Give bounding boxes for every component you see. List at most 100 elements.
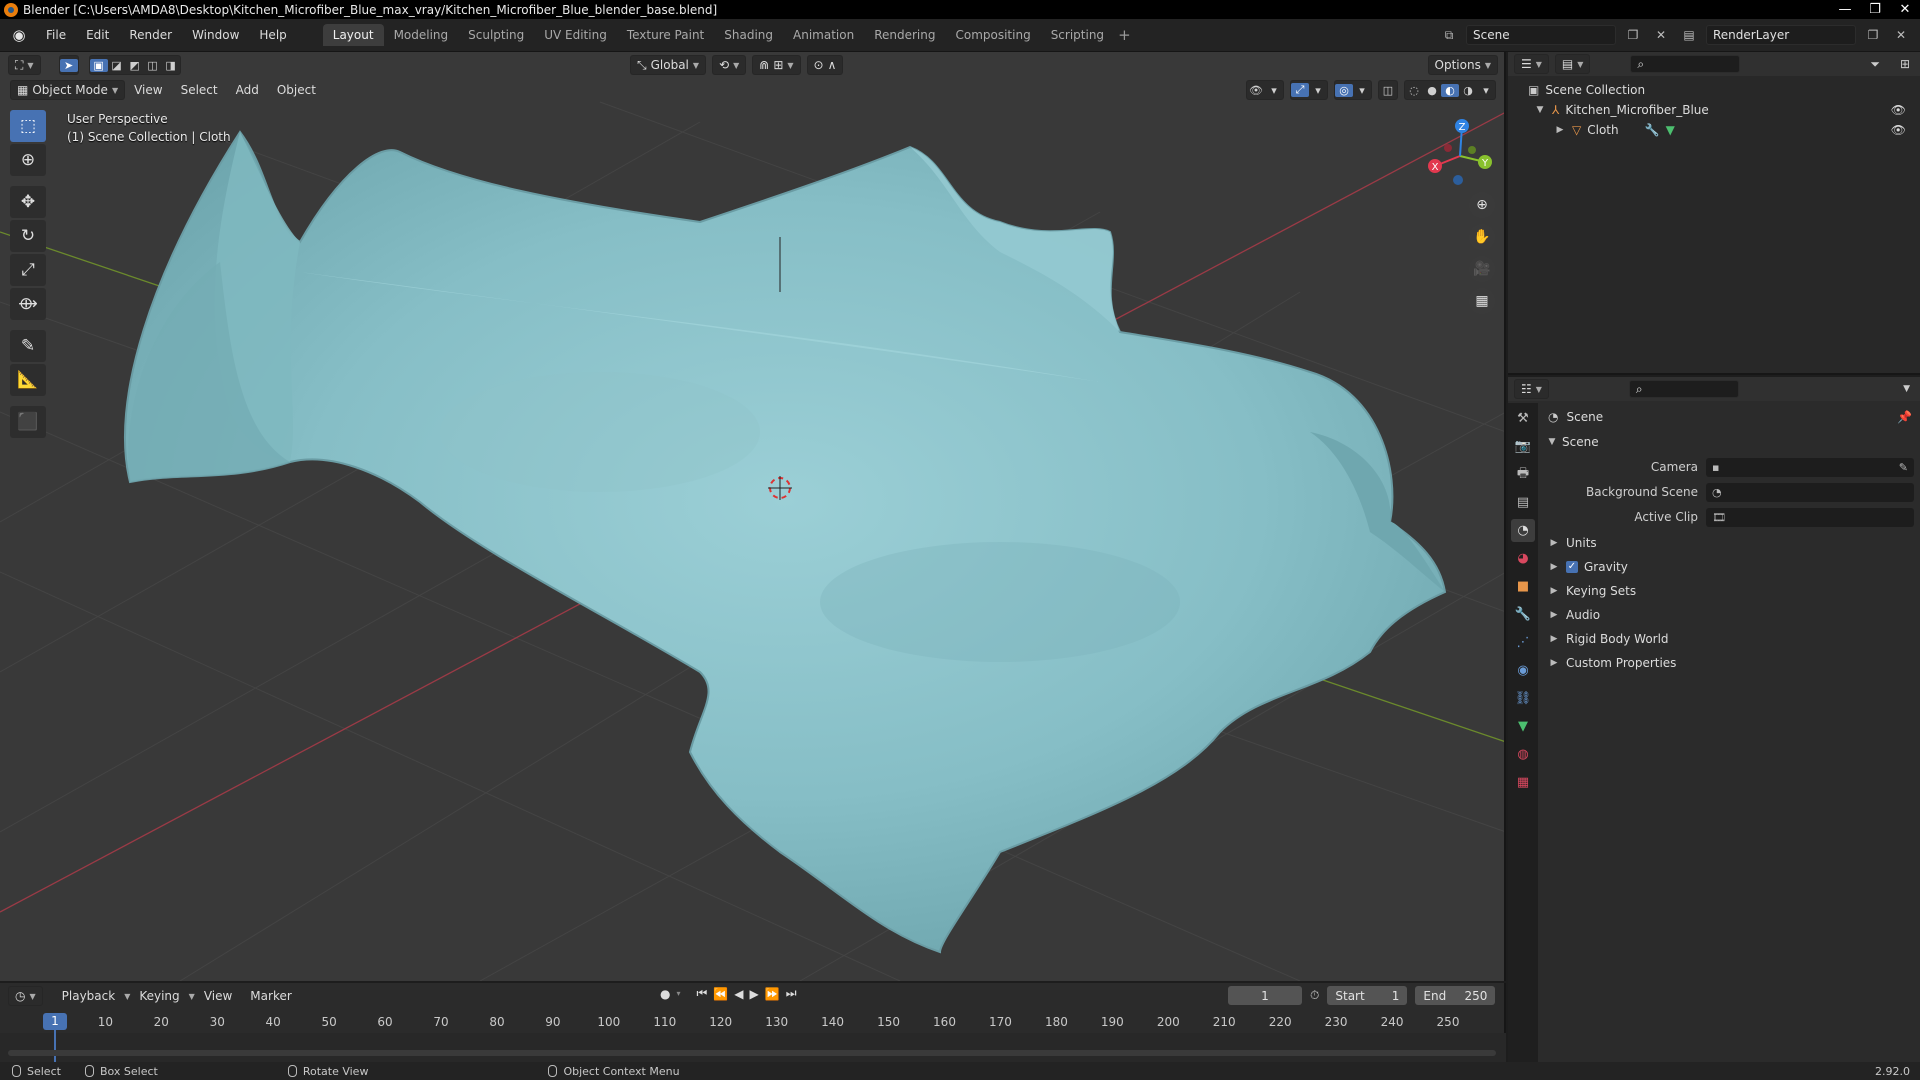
ortho-grid-icon[interactable]: ▦	[1469, 288, 1495, 314]
properties-editor-type-dropdown[interactable]: ☷ ▼	[1514, 379, 1549, 399]
menu-file[interactable]: File	[36, 19, 76, 52]
select-invert-icon[interactable]: ◫	[144, 59, 162, 72]
minimize-button[interactable]: —	[1830, 0, 1860, 19]
material-tab-icon[interactable]: ◍	[1511, 743, 1535, 766]
play-reverse-icon[interactable]: ◀	[734, 987, 743, 1001]
expand-right-icon[interactable]: ▶	[1548, 610, 1560, 620]
add-workspace-button[interactable]: +	[1118, 26, 1131, 44]
scene-selector-icon[interactable]: ⧉	[1438, 25, 1460, 45]
delete-view-layer-icon[interactable]: ✕	[1890, 25, 1912, 45]
stopwatch-icon[interactable]: ⏱	[1310, 988, 1319, 1003]
keying-sets-panel-header[interactable]: ▶ Keying Sets	[1548, 581, 1637, 601]
jump-end-icon[interactable]: ⏭	[786, 986, 797, 1001]
gizmo-neg-z-handle[interactable]	[1453, 175, 1463, 185]
snap-dropdown[interactable]: ⋒ ⊞ ▼	[752, 55, 801, 75]
gizmo-neg-y-handle[interactable]	[1468, 146, 1476, 154]
playhead-frame-badge[interactable]: 1	[43, 1013, 67, 1030]
pin-icon[interactable]: 📌	[1897, 410, 1912, 424]
jump-prev-keyframe-icon[interactable]: ⏪	[713, 987, 728, 1001]
mesh-data-tab-icon[interactable]: ▼	[1511, 715, 1535, 738]
expand-down-icon[interactable]: ▼	[1534, 105, 1546, 115]
outliner-search-input[interactable]: ⌕	[1630, 55, 1741, 73]
workspace-tab-sculpting[interactable]: Sculpting	[458, 24, 534, 46]
viewport-menu-object[interactable]: Object	[268, 83, 325, 97]
expand-right-icon[interactable]: ▶	[1548, 634, 1560, 644]
expand-right-icon[interactable]: ▶	[1554, 125, 1566, 135]
camera-view-icon[interactable]: 🎥	[1469, 256, 1495, 282]
new-collection-icon[interactable]: ⊞	[1900, 57, 1910, 71]
start-frame-field[interactable]: Start 1	[1327, 986, 1408, 1005]
chevron-down-icon[interactable]: ▾	[1477, 84, 1495, 97]
eyedropper-icon[interactable]: ✎	[1899, 461, 1908, 474]
menu-help[interactable]: Help	[249, 19, 296, 52]
gizmo-toggle[interactable]: ⤢ ▾	[1290, 80, 1328, 100]
playhead-line[interactable]	[54, 1030, 56, 1062]
audio-panel-header[interactable]: ▶ Audio	[1548, 605, 1601, 625]
scene-panel-header[interactable]: ▼ Scene	[1540, 431, 1920, 453]
xray-toggle[interactable]: ◫	[1378, 80, 1398, 100]
new-scene-icon[interactable]: ❐	[1622, 25, 1644, 45]
workspace-tab-modeling[interactable]: Modeling	[384, 24, 459, 46]
viewport-menu-select[interactable]: Select	[172, 83, 227, 97]
cursor-tool-icon[interactable]: ⊕	[10, 144, 46, 176]
menu-window[interactable]: Window	[182, 19, 249, 52]
custom-properties-panel-header[interactable]: ▶ Custom Properties	[1548, 653, 1677, 673]
physics-tab-icon[interactable]: ◉	[1511, 659, 1535, 682]
tool-tab-icon[interactable]: ⚒	[1511, 407, 1535, 430]
expand-right-icon[interactable]: ▶	[1548, 586, 1560, 596]
end-frame-field[interactable]: End 250	[1415, 986, 1496, 1005]
delete-scene-icon[interactable]: ✕	[1650, 25, 1672, 45]
mesh-data-icon[interactable]: ▼	[1666, 123, 1675, 137]
outliner-row-kitchen-microfiber[interactable]: ▼ ⅄ Kitchen_Microfiber_Blue 👁	[1508, 100, 1920, 120]
expand-right-icon[interactable]: ▶	[1548, 538, 1560, 548]
gizmo-neg-x-handle[interactable]	[1444, 144, 1452, 152]
particles-tab-icon[interactable]: ⋰	[1511, 631, 1535, 654]
timeline-ruler[interactable]: 1102030405060708090100110120130140150160…	[0, 1011, 1506, 1033]
scale-tool-icon[interactable]: ⤢	[10, 254, 46, 286]
chevron-down-icon[interactable]: ▼	[1903, 384, 1910, 394]
workspace-tab-shading[interactable]: Shading	[714, 24, 783, 46]
timeline-scrollbar[interactable]	[8, 1050, 1496, 1056]
display-mode-dropdown[interactable]: ▤ ▼	[1554, 54, 1591, 74]
workspace-tab-scripting[interactable]: Scripting	[1041, 24, 1114, 46]
jump-start-icon[interactable]: ⏮	[697, 986, 708, 1001]
select-intersect-icon[interactable]: ◨	[162, 59, 180, 72]
object-tab-icon[interactable]: ■	[1511, 575, 1535, 598]
workspace-tab-layout[interactable]: Layout	[322, 24, 384, 46]
menu-edit[interactable]: Edit	[76, 19, 119, 52]
maximize-button[interactable]: ❐	[1860, 0, 1890, 19]
rotate-tool-icon[interactable]: ↻	[10, 220, 46, 252]
select-extend-icon[interactable]: ◪	[108, 59, 126, 72]
visibility-dropdown[interactable]: 👁 ▾	[1246, 80, 1284, 100]
workspace-tab-animation[interactable]: Animation	[783, 24, 864, 46]
gravity-checkbox[interactable]: ✓	[1566, 561, 1578, 573]
transform-orientation-dropdown[interactable]: ⤡ Global ▼	[630, 55, 707, 75]
active-clip-field[interactable]: 🎞	[1706, 507, 1914, 527]
workspace-tab-uv-editing[interactable]: UV Editing	[534, 24, 617, 46]
add-cube-tool-icon[interactable]: ⬛	[10, 406, 46, 438]
texture-tab-icon[interactable]: ▦	[1511, 771, 1535, 794]
rendered-shading-icon[interactable]: ◑	[1459, 84, 1477, 97]
viewport-menu-view[interactable]: View	[125, 83, 171, 97]
options-dropdown[interactable]: Options ▼	[1427, 55, 1498, 75]
blender-menu-icon[interactable]: ◉	[8, 24, 30, 46]
timeline-editor-type-dropdown[interactable]: ◷ ▼	[8, 986, 43, 1006]
new-view-layer-icon[interactable]: ❐	[1862, 25, 1884, 45]
expand-down-icon[interactable]: ▼	[1546, 437, 1558, 447]
select-box-tool-icon[interactable]: ⬚	[10, 110, 46, 142]
close-button[interactable]: ✕	[1890, 0, 1920, 19]
material-preview-icon[interactable]: ◐	[1441, 83, 1459, 97]
workspace-tab-rendering[interactable]: Rendering	[864, 24, 945, 46]
annotate-tool-icon[interactable]: ✎	[10, 330, 46, 362]
properties-search-input[interactable]: ⌕	[1628, 380, 1739, 398]
workspace-tab-compositing[interactable]: Compositing	[945, 24, 1040, 46]
outliner-row-scene-collection[interactable]: ▣ Scene Collection	[1508, 80, 1920, 100]
play-icon[interactable]: ▶	[750, 987, 759, 1001]
chevron-down-icon[interactable]: ▾	[676, 989, 680, 998]
output-tab-icon[interactable]: 🖶	[1511, 463, 1535, 486]
pan-hand-icon[interactable]: ✋	[1469, 224, 1495, 250]
viewport-menu-add[interactable]: Add	[227, 83, 268, 97]
scene-tab-icon[interactable]: ◔	[1511, 519, 1535, 542]
view-layer-selector-icon[interactable]: ▤	[1678, 25, 1700, 45]
background-scene-field[interactable]: ◔	[1706, 482, 1914, 502]
